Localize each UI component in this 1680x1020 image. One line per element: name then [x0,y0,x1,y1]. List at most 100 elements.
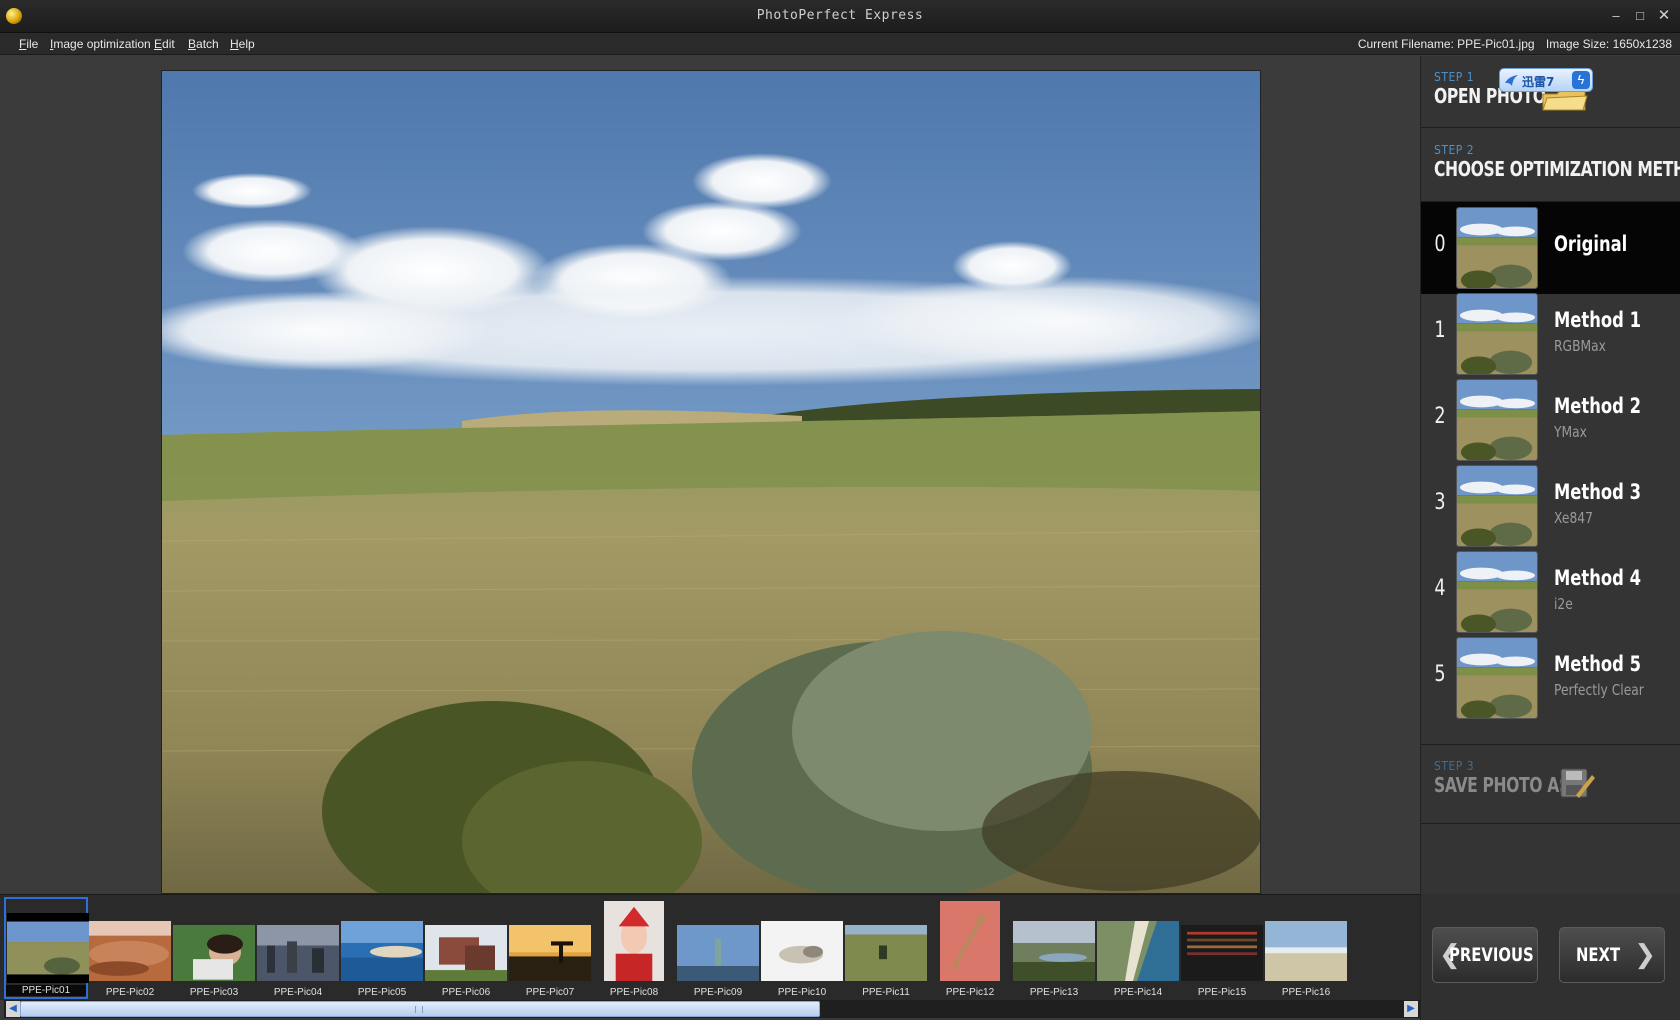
method-option-1[interactable]: 1 Method 1 RGBMax [1421,288,1680,380]
thumbnail-item[interactable]: PPE-Pic02 [88,897,172,999]
step-save-photo[interactable]: STEP 3 SAVE PHOTO AS [1421,744,1680,824]
menu-edit-accel: E [154,37,163,51]
scroll-thumb[interactable] [20,1001,820,1017]
menu-bar: File Image optimization Edit Batch Help … [0,33,1680,55]
thumbnail-image [257,925,339,981]
thumbnail-image [7,913,89,983]
thumbnail-item[interactable]: PPE-Pic12 [928,897,1012,999]
scroll-grip [415,1006,423,1013]
method-preview-thumbnail [1456,207,1538,289]
method-preview-thumbnail [1456,293,1538,375]
chevron-right-icon: ❯ [1634,940,1656,970]
thumbnail-label: PPE-Pic09 [693,987,743,998]
thumbnail-item[interactable]: PPE-Pic05 [340,897,424,999]
step-open-photo[interactable]: STEP 1 OPEN PHOTO 迅雷7 ϟ [1421,56,1680,128]
bolt-icon: ϟ [1572,71,1590,89]
method-number: 4 [1434,576,1446,601]
thumbnail-label: PPE-Pic16 [1281,987,1331,998]
thumbnail-image [1013,921,1095,981]
thumbnail-image [761,921,843,981]
thumbnail-label: PPE-Pic12 [945,987,995,998]
thumbnail-image [1181,925,1263,981]
bird-icon [1505,75,1518,86]
title-bar: PhotoPerfect Express – □ ✕ [0,0,1680,33]
method-name: Method 1 [1554,308,1641,332]
scroll-right-arrow[interactable]: ▶ [1404,1001,1418,1017]
thumbnail-label: PPE-Pic13 [1029,987,1079,998]
thumbnail-image [173,925,255,981]
method-option-5[interactable]: 5 Method 5 Perfectly Clear [1421,632,1680,724]
menu-help-label: elp [238,37,255,51]
method-number: 0 [1434,232,1446,257]
scroll-left-arrow[interactable]: ◀ [6,1001,20,1017]
step2-title: CHOOSE OPTIMIZATION METHOD: [1434,157,1680,181]
menu-file[interactable]: File [19,37,38,51]
method-name: Method 4 [1554,566,1641,590]
thumbnail-item[interactable]: PPE-Pic14 [1096,897,1180,999]
previous-button[interactable]: ❮ PREVIOUS [1432,927,1538,983]
thumbnail-image [509,925,591,981]
menu-image-optimization[interactable]: Image optimization [50,37,151,51]
thumbnail-label: PPE-Pic10 [777,987,827,998]
minimize-button[interactable]: – [1606,6,1626,26]
thumbnail-label: PPE-Pic03 [189,987,239,998]
navigation-panel: ❮ PREVIOUS NEXT ❯ [1420,894,1680,1020]
window-title: PhotoPerfect Express [756,8,924,23]
thumbnail-item[interactable]: PPE-Pic09 [676,897,760,999]
xunlei-badge[interactable]: 迅雷7 ϟ [1499,68,1593,92]
thumbnail-image [1097,921,1179,981]
method-name: Original [1554,232,1628,256]
thumbnail-item[interactable]: PPE-Pic08 [592,897,676,999]
photo-viewer [0,56,1420,894]
thumbnail-item[interactable]: PPE-Pic07 [508,897,592,999]
filmstrip-scrollbar[interactable]: ◀ ▶ [4,1000,1420,1018]
menu-batch[interactable]: Batch [188,37,219,51]
maximize-button[interactable]: □ [1630,6,1650,26]
filmstrip: PPE-Pic01 PPE-Pic02 PPE-Pic03 PPE-Pic04 PPE-… [0,894,1420,1000]
menu-edit[interactable]: Edit [154,37,175,51]
thumbnail-label: PPE-Pic07 [525,987,575,998]
method-option-4[interactable]: 4 Method 4 i2e [1421,546,1680,638]
thumbnail-item[interactable]: PPE-Pic01 [4,897,89,999]
method-option-2[interactable]: 2 Method 2 YMax [1421,374,1680,466]
thumbnail-item[interactable]: PPE-Pic16 [1264,897,1348,999]
thumbnail-image [845,925,927,981]
method-description: Xe847 [1554,509,1593,527]
thumbnail-item[interactable]: PPE-Pic06 [424,897,508,999]
thumbnail-item[interactable]: PPE-Pic10 [760,897,844,999]
step3-label: STEP 3 [1434,759,1475,773]
menu-batch-accel: B [188,37,197,51]
menu-help[interactable]: Help [230,37,255,51]
method-preview-thumbnail [1456,551,1538,633]
main-photo [161,70,1261,894]
method-preview-thumbnail [1456,637,1538,719]
method-option-0[interactable]: 0 Original [1421,202,1680,294]
save-disk-icon [1560,768,1595,798]
thumbnail-item[interactable]: PPE-Pic13 [1012,897,1096,999]
step2-label: STEP 2 [1434,143,1475,157]
next-label: NEXT [1576,944,1621,966]
close-button[interactable]: ✕ [1654,6,1674,26]
method-number: 2 [1434,404,1446,429]
method-option-3[interactable]: 3 Method 3 Xe847 [1421,460,1680,552]
thumbnail-label: PPE-Pic05 [357,987,407,998]
method-description: Perfectly Clear [1554,681,1644,699]
image-size: Image Size: 1650x1238 [1545,37,1672,51]
thumbnail-item[interactable]: PPE-Pic03 [172,897,256,999]
thumbnail-item[interactable]: PPE-Pic04 [256,897,340,999]
thumbnail-item[interactable]: PPE-Pic15 [1180,897,1264,999]
step1-label: STEP 1 [1434,70,1475,84]
menu-help-accel: H [230,37,239,51]
method-description: i2e [1554,595,1573,613]
next-button[interactable]: NEXT ❯ [1559,927,1665,983]
thumbnail-label: PPE-Pic04 [273,987,323,998]
method-name: Method 3 [1554,480,1641,504]
method-number: 1 [1434,318,1446,343]
current-filename: Current Filename: PPE-Pic01.jpg [1357,37,1535,51]
method-preview-thumbnail [1456,379,1538,461]
thumbnail-label: PPE-Pic01 [6,985,86,996]
thumbnail-label: PPE-Pic15 [1197,987,1247,998]
previous-label: PREVIOUS [1449,944,1534,966]
thumbnail-item[interactable]: PPE-Pic11 [844,897,928,999]
xunlei-text: 迅雷7 [1522,75,1555,89]
